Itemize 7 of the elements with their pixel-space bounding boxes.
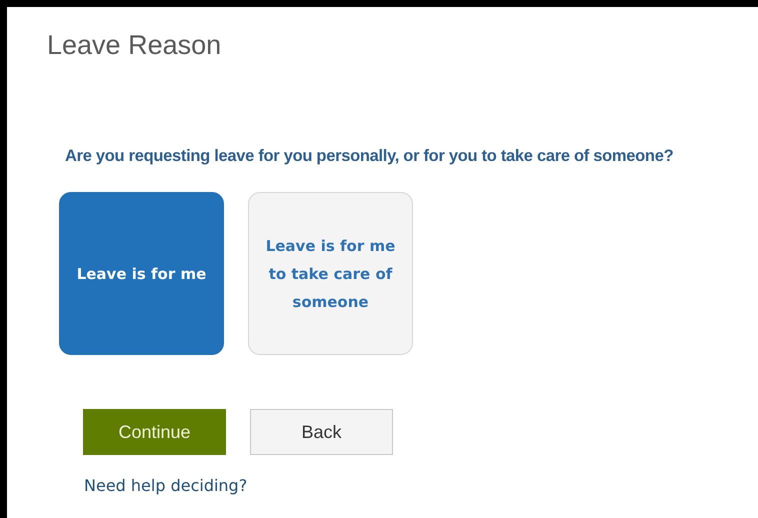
page-title: Leave Reason [47, 29, 222, 62]
help-link[interactable]: Need help deciding? [84, 474, 248, 498]
question-text: Are you requesting leave for you personally, or for you to take care of someone? [65, 146, 674, 167]
back-button[interactable]: Back [250, 409, 393, 455]
continue-button[interactable]: Continue [83, 409, 226, 455]
option-card[interactable]: Leave is for me [59, 192, 224, 355]
option-card[interactable]: Leave is for me to take care of someone [248, 192, 413, 355]
